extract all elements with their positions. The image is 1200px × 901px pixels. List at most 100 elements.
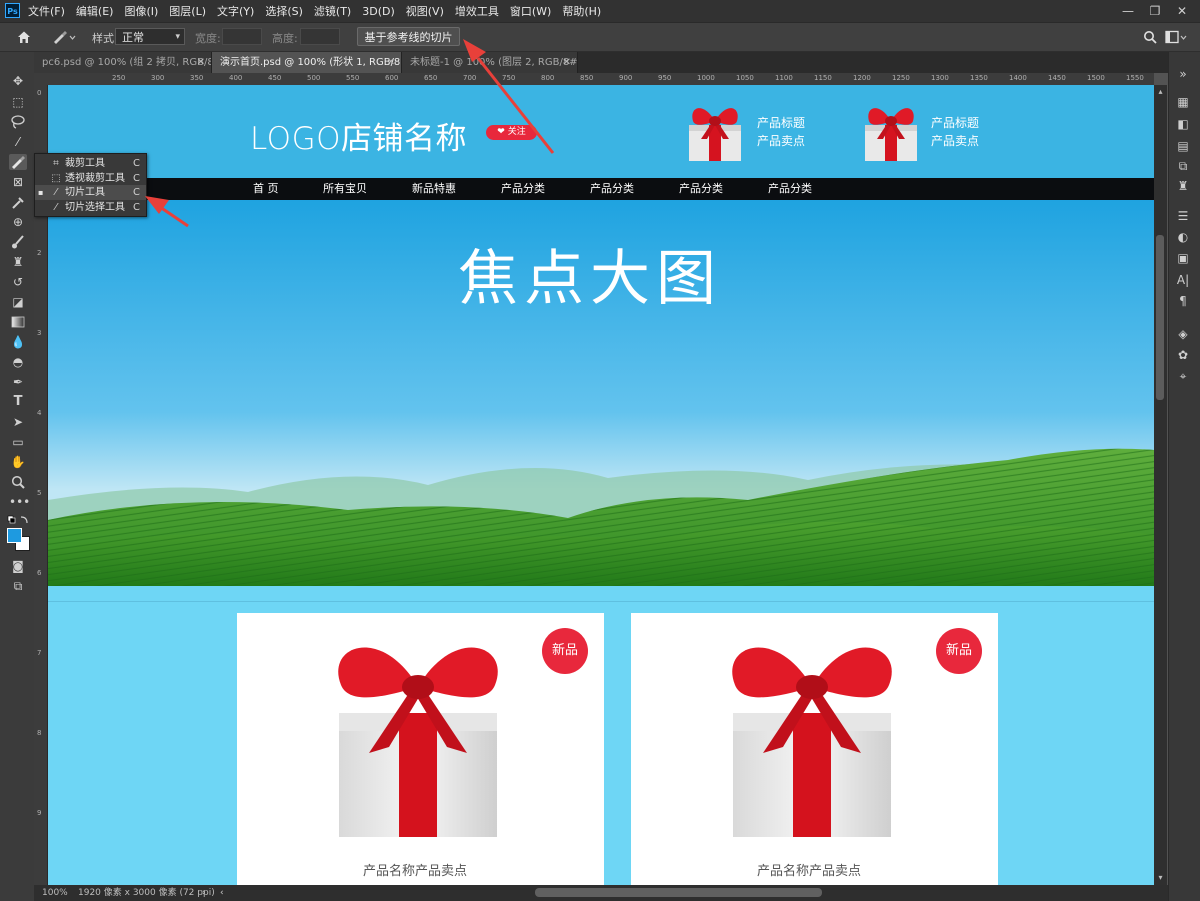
swatches-panel-icon[interactable]: ▤ [1175,138,1191,154]
crop-icon: ⌗ [53,158,59,169]
ruler-tick: 450 [268,74,282,82]
flyout-item-crop[interactable]: ⌗ 裁剪工具 C [35,156,146,171]
style-select[interactable]: 正常 ▾ [115,28,185,45]
type-tool-icon[interactable]: T [9,394,27,410]
clone-stamp-tool-icon[interactable]: ♜ [9,254,27,270]
ruler-tick: 1500 [1087,74,1105,82]
ruler-tick: 9 [37,809,42,817]
hand-tool-icon[interactable]: ✋ [9,454,27,470]
marquee-tool-icon[interactable]: ⬚ [9,94,27,110]
history-panel-icon[interactable]: ▦ [1175,94,1191,110]
flyout-item-slice-select[interactable]: ⁄ 切片选择工具 C [35,200,146,215]
header-gift-image-2 [865,108,917,161]
default-colors-icon[interactable] [7,515,29,525]
menu-3d[interactable]: 3D(D) [362,5,395,18]
rectangle-tool-icon[interactable]: ▭ [9,434,27,450]
vertical-scrollbar-thumb[interactable] [1156,235,1164,400]
close-icon[interactable]: ✕ [563,52,571,73]
width-field[interactable] [222,28,262,45]
slices-from-guides-button[interactable]: 基于参考线的切片 [357,27,460,46]
menu-edit[interactable]: 编辑(E) [76,3,114,19]
menu-image[interactable]: 图像(I) [124,3,158,19]
collapse-panels-icon[interactable]: » [1175,66,1191,82]
eraser-tool-icon[interactable]: ◪ [9,294,27,310]
character-panel-icon[interactable]: A| [1175,272,1191,288]
color-swatches[interactable] [7,528,30,551]
foreground-color-swatch[interactable] [7,528,22,543]
close-icon[interactable]: ✕ [197,52,205,73]
vertical-scrollbar[interactable] [1154,85,1167,885]
layers-panel-icon[interactable]: ◈ [1175,326,1191,342]
stamp-panel-icon[interactable]: ♜ [1175,178,1191,194]
gradient-tool-icon[interactable] [9,314,27,330]
paths-panel-icon[interactable]: ⌖ [1175,368,1191,384]
flyout-item-perspective-crop[interactable]: ⬚ 透视裁剪工具 C [35,171,146,186]
ruler-tick: 7 [37,649,42,657]
tab-demo-homepage[interactable]: 演示首页.psd @ 100% (形状 1, RGB/8) * ✕ [212,52,402,73]
chevron-right-icon[interactable]: › [202,885,206,901]
ruler-tick: 950 [658,74,672,82]
menu-select[interactable]: 选择(S) [265,3,303,19]
properties-panel-icon[interactable]: ◐ [1175,229,1191,245]
move-tool-icon[interactable]: ✥ [9,73,27,89]
paragraph-panel-icon[interactable]: ¶ [1175,293,1191,309]
close-icon[interactable]: ✕ [387,52,395,73]
healing-brush-tool-icon[interactable]: ⊕ [9,214,27,230]
blur-tool-icon[interactable]: 💧 [9,334,27,350]
zoom-level[interactable]: 100% [42,885,68,901]
flyout-item-slice[interactable]: ▪ ⁄ 切片工具 C [35,185,146,200]
slice-tool-icon[interactable] [9,154,27,170]
pen-tool-icon[interactable]: ✒ [9,374,27,390]
ruler-tick: 1450 [1048,74,1066,82]
slice-tool-preset-icon[interactable] [52,29,76,45]
search-icon[interactable] [1143,30,1157,44]
path-selection-tool-icon[interactable]: ➤ [9,414,27,430]
frame-tool-icon[interactable]: ⊠ [9,174,27,190]
scroll-down-icon[interactable]: ▾ [1156,873,1165,883]
workspace-icon[interactable] [1165,30,1187,44]
color-panel-icon[interactable]: ◧ [1175,116,1191,132]
nav-item-category: 产品分类 [590,182,634,195]
scroll-up-icon[interactable]: ▴ [1156,87,1165,97]
menu-file[interactable]: 文件(F) [28,3,65,19]
photoshop-app-icon[interactable]: Ps [5,3,20,18]
height-label: 高度: [272,32,298,45]
document-info[interactable]: 1920 像素 x 3000 像素 (72 ppi) [78,885,215,901]
menu-window[interactable]: 窗口(W) [510,3,551,19]
height-field[interactable] [300,28,340,45]
actions-panel-icon[interactable]: ⧉ [1175,158,1191,174]
dodge-tool-icon[interactable]: ◓ [9,354,27,370]
adjustments-panel-icon[interactable]: ☰ [1175,208,1191,224]
close-button[interactable]: ✕ [1172,2,1192,20]
restore-button[interactable]: ❐ [1145,2,1165,20]
screen-mode-icon[interactable]: ⧉ [9,578,27,594]
libraries-panel-icon[interactable]: ▣ [1175,250,1191,266]
eyedropper-tool-icon[interactable] [9,194,27,210]
horizontal-scrollbar-thumb[interactable] [535,888,822,897]
menu-type[interactable]: 文字(Y) [217,3,254,19]
scroll-left-icon[interactable]: ‹ [220,885,224,901]
magic-wand-tool-icon[interactable]: ⁄ [9,134,27,150]
nav-item-new-deals: 新品特惠 [412,182,456,195]
lasso-tool-icon[interactable] [9,114,27,130]
menu-filter[interactable]: 滤镜(T) [314,3,351,19]
history-brush-tool-icon[interactable]: ↺ [9,274,27,290]
document-canvas[interactable]: LOGO店铺名称 ❤ 关注 产品标题 产品卖点 产品标题 产品卖点 首 页 所有… [48,85,1154,885]
new-badge: 新品 [542,628,588,674]
brush-tool-icon[interactable] [9,234,27,250]
slice-select-icon: ⁄ [55,202,57,213]
tab-untitled[interactable]: 未标题-1 @ 100% (图层 2, RGB/8#) * ✕ [402,52,578,73]
menu-help[interactable]: 帮助(H) [562,3,601,19]
menu-plugins[interactable]: 增效工具 [455,3,499,19]
home-icon[interactable] [16,29,32,45]
channels-panel-icon[interactable]: ✿ [1175,347,1191,363]
tab-pc6[interactable]: pc6.psd @ 100% (组 2 拷贝, RGB/8) * ✕ [34,52,212,73]
quick-mask-icon[interactable]: ◙ [9,558,27,574]
zoom-tool-icon[interactable] [9,474,27,490]
minimize-button[interactable]: — [1118,2,1138,20]
menu-view[interactable]: 视图(V) [406,3,444,19]
follow-badge: ❤ 关注 [486,125,537,140]
nav-item-category: 产品分类 [768,182,812,195]
more-tools-icon[interactable]: ••• [9,494,30,510]
menu-layer[interactable]: 图层(L) [169,3,206,19]
